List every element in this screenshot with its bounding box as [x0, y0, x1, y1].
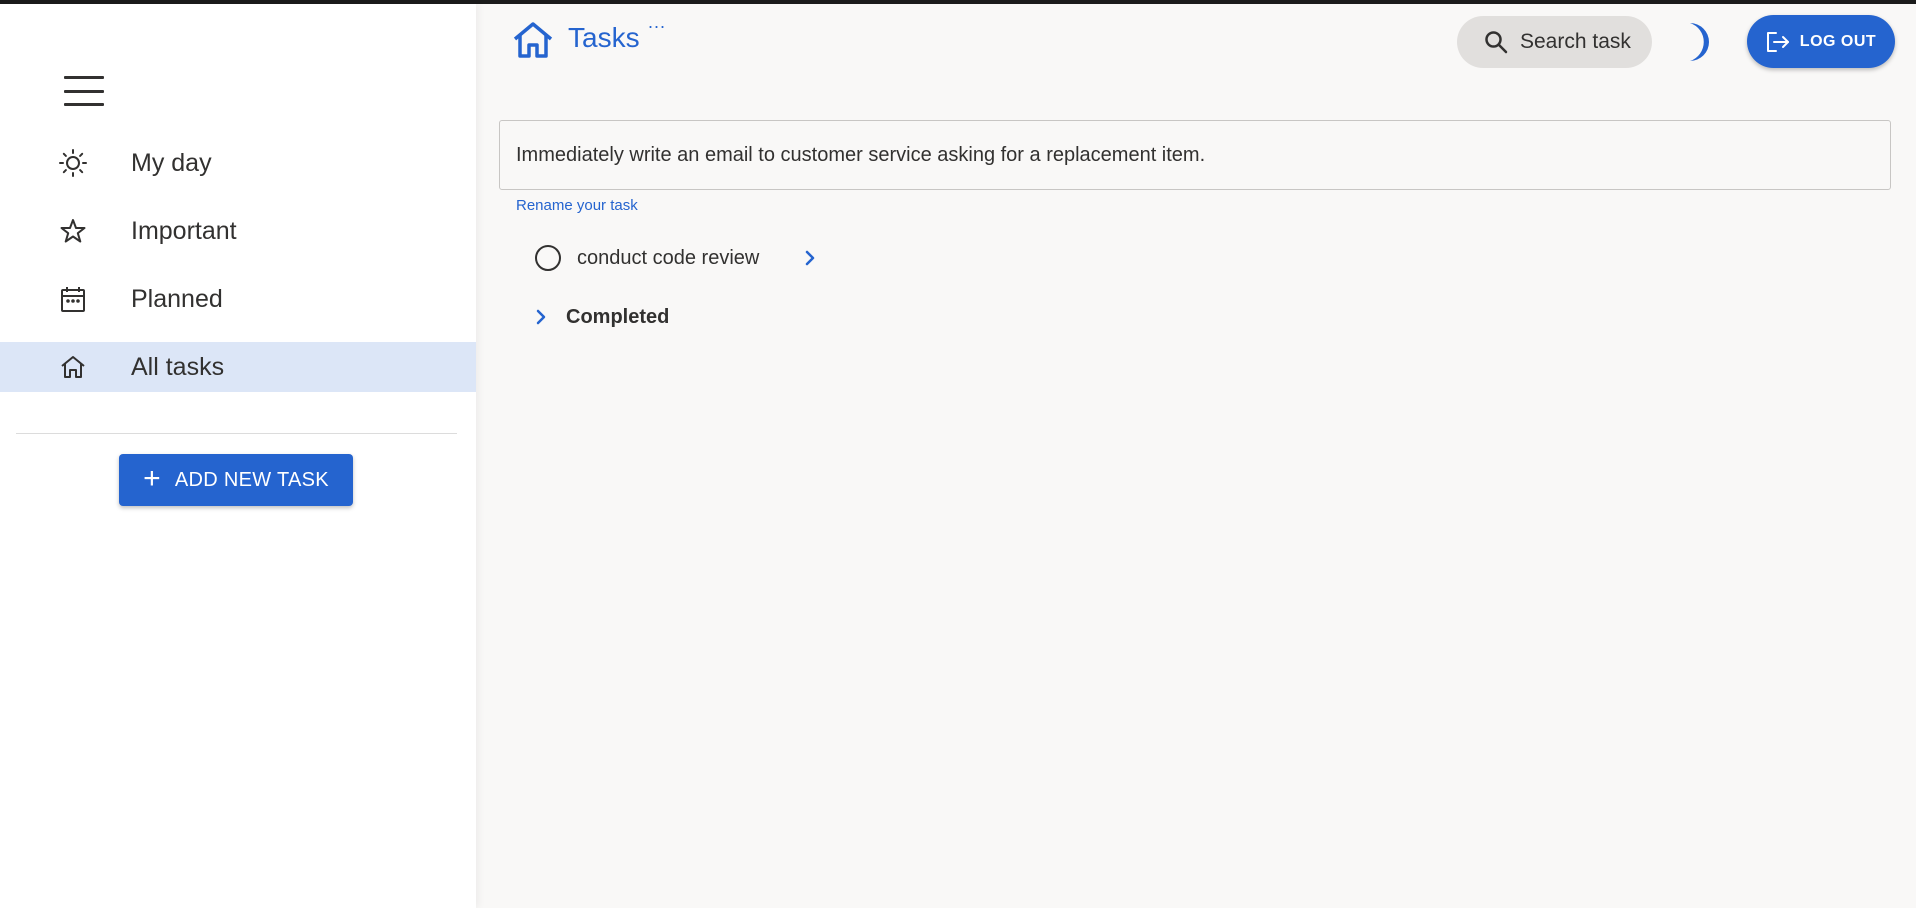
sun-icon [58, 148, 88, 178]
task-item[interactable]: conduct code review [535, 240, 815, 276]
sidebar-item-important[interactable]: Important [0, 206, 476, 256]
home-icon [58, 352, 88, 382]
logout-button[interactable]: LOG OUT [1747, 15, 1895, 68]
completed-section-label: Completed [566, 305, 670, 328]
sidebar-item-label: Planned [131, 284, 223, 313]
dark-mode-toggle-icon[interactable] [1682, 21, 1720, 63]
logout-icon [1766, 31, 1789, 52]
rename-helper-text: Rename your task [516, 197, 638, 214]
menu-icon[interactable] [64, 76, 104, 106]
sidebar-item-label: My day [131, 148, 212, 177]
app: My day Important Planned All tasks + ADD… [0, 4, 1916, 908]
completed-section-toggle[interactable]: Completed [530, 300, 669, 334]
add-new-task-button[interactable]: + ADD NEW TASK [119, 454, 353, 506]
sidebar-nav: My day Important Planned All tasks [0, 138, 476, 410]
plus-icon: + [143, 462, 161, 495]
search-label: Search task [1520, 30, 1631, 53]
chevron-right-icon[interactable] [799, 247, 821, 269]
search-button[interactable]: Search task [1457, 16, 1652, 68]
task-title: conduct code review [577, 246, 760, 269]
task-name-input[interactable] [499, 120, 1891, 190]
sidebar-divider [16, 433, 457, 434]
more-options-icon[interactable]: ... [648, 12, 666, 33]
sidebar-item-all-tasks[interactable]: All tasks [0, 342, 476, 392]
task-complete-checkbox[interactable] [535, 245, 561, 271]
sidebar-item-label: All tasks [131, 352, 225, 381]
search-icon [1485, 31, 1508, 54]
calendar-icon [58, 284, 88, 314]
sidebar: My day Important Planned All tasks + ADD… [0, 4, 476, 908]
home-icon [513, 22, 553, 58]
star-icon [58, 216, 88, 246]
chevron-right-icon [536, 309, 546, 325]
page-title: Tasks [568, 22, 640, 53]
add-new-task-label: ADD NEW TASK [174, 468, 329, 491]
sidebar-item-planned[interactable]: Planned [0, 274, 476, 324]
logout-label: LOG OUT [1799, 32, 1877, 50]
sidebar-item-my-day[interactable]: My day [0, 138, 476, 188]
sidebar-item-label: Important [131, 216, 237, 245]
